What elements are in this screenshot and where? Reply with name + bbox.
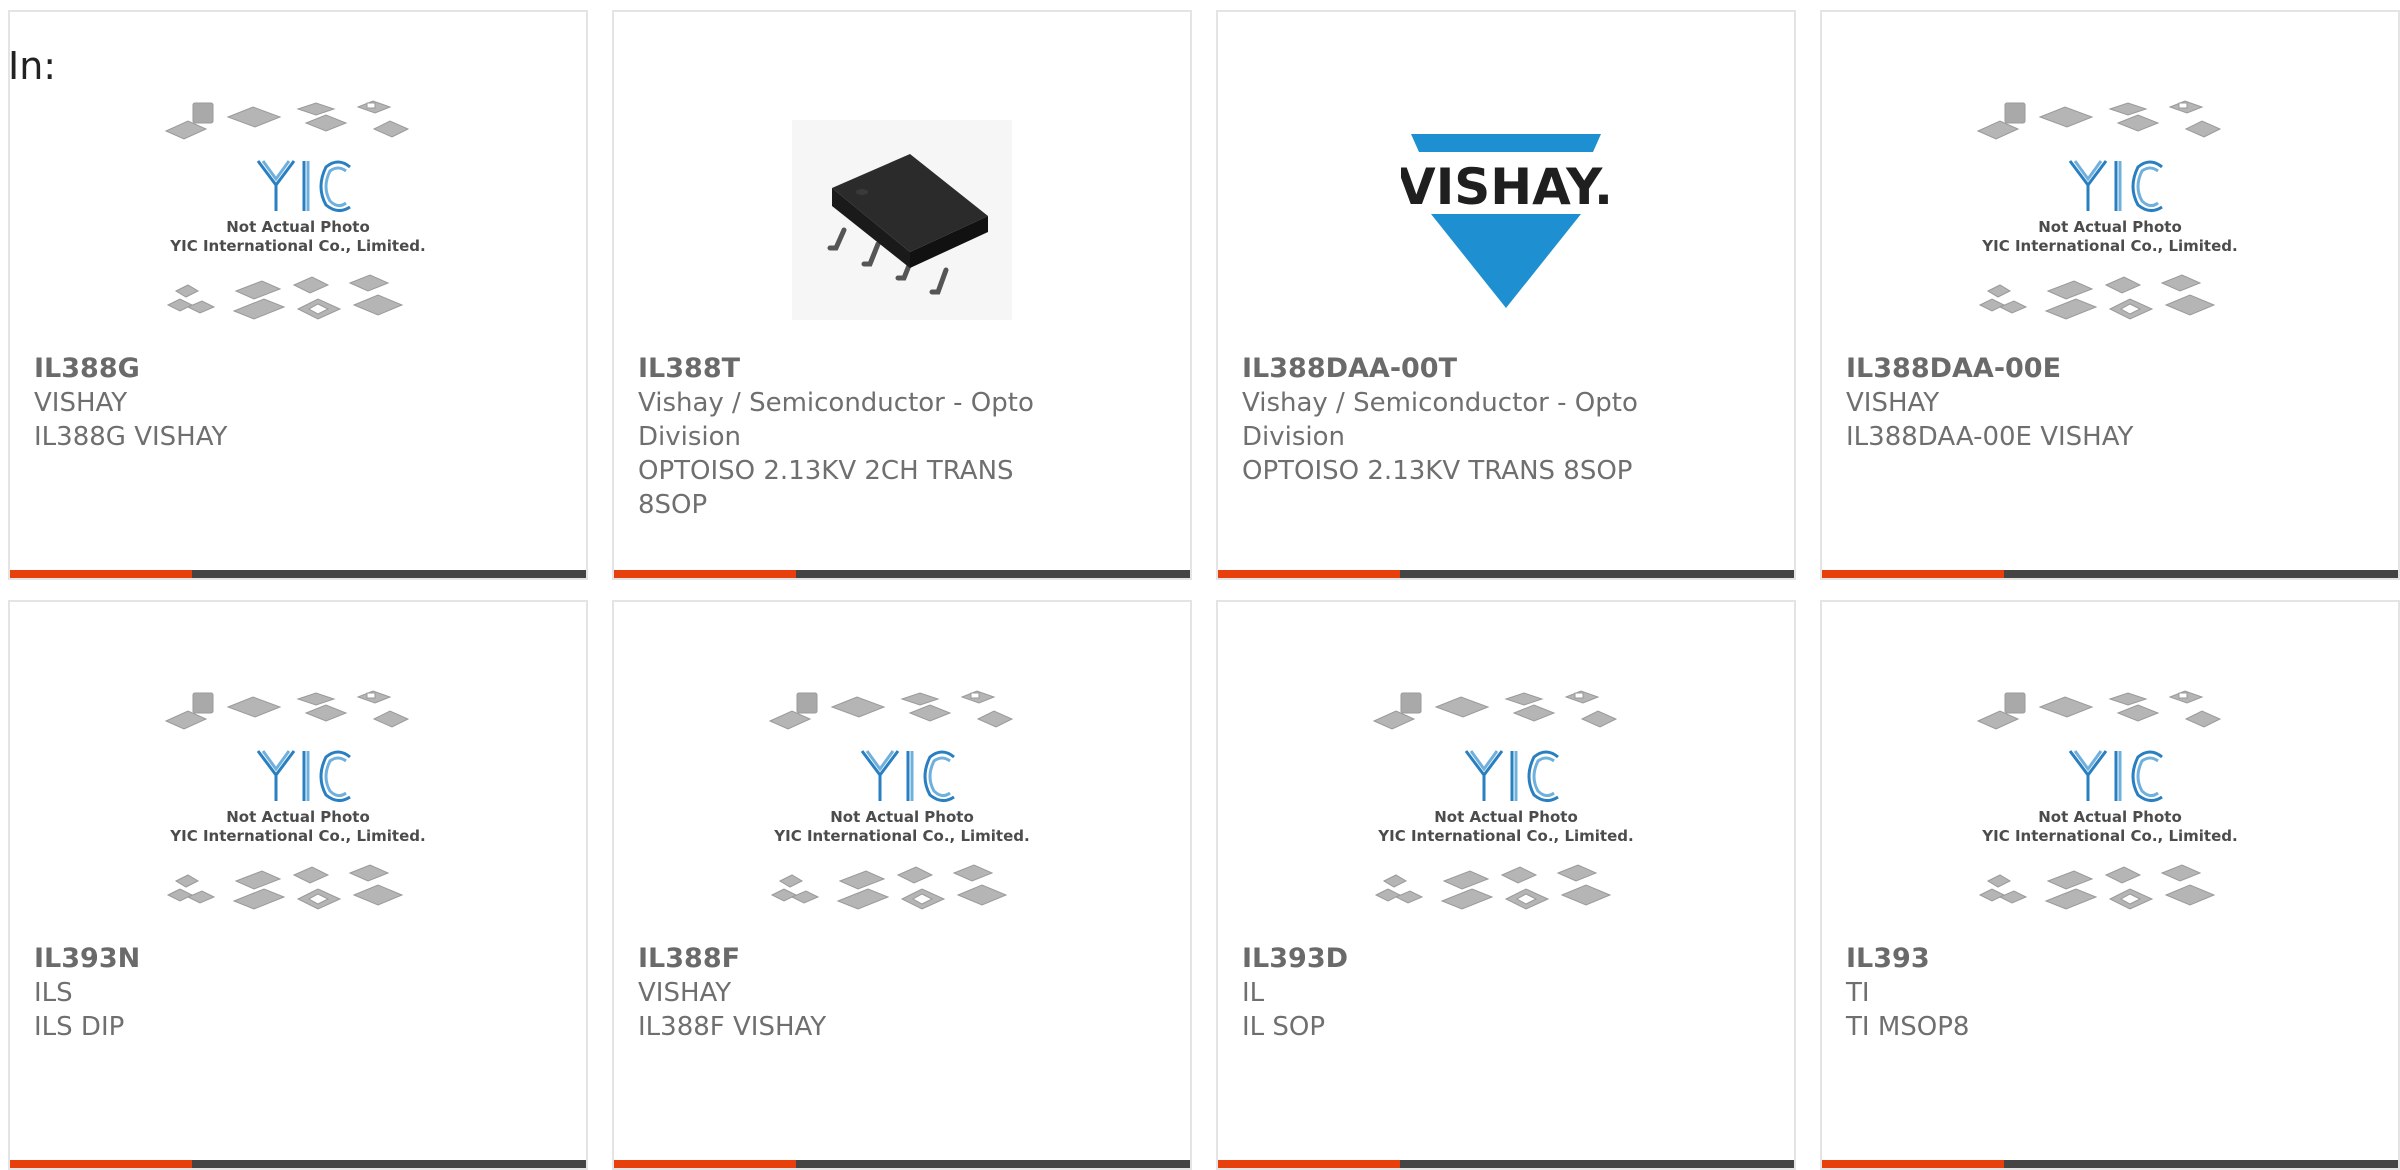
description: TI MSOP8 [1846, 1012, 1970, 1042]
product-card-il388f[interactable]: Not Actual Photo YIC International Co., … [612, 600, 1192, 1170]
part-number[interactable]: IL388T [638, 352, 1038, 386]
part-number[interactable]: IL393 [1846, 942, 2246, 976]
yic-logo-y [2068, 750, 2108, 801]
yic-logo-y [256, 160, 296, 211]
not-actual-photo-placeholder: Not Actual Photo YIC International Co., … [1372, 690, 1634, 910]
yic-logo-y [860, 750, 900, 801]
product-card-il393n[interactable]: Not Actual Photo YIC International Co., … [8, 600, 588, 1170]
card-bar-accent [10, 570, 192, 578]
description: IL388DAA-00E VISHAY [1846, 422, 2134, 452]
placeholder-line1: Not Actual Photo [2038, 218, 2182, 236]
placeholder-line1: Not Actual Photo [1434, 808, 1578, 826]
product-image[interactable] [614, 90, 1190, 350]
product-info: IL393D IL IL SOP [1242, 942, 1642, 1044]
product-info: IL388G VISHAY IL388G VISHAY [34, 352, 434, 454]
product-info: IL388DAA-00T Vishay / Semiconductor - Op… [1242, 352, 1642, 488]
ic-chip-photo [792, 120, 1012, 320]
product-info: IL388DAA-00E VISHAY IL388DAA-00E VISHAY [1846, 352, 2246, 454]
product-card-il393[interactable]: Not Actual Photo YIC International Co., … [1820, 600, 2400, 1170]
card-bottom-bar [10, 570, 586, 578]
part-number[interactable]: IL388DAA-00E [1846, 352, 2246, 386]
product-image[interactable]: Not Actual Photo YIC International Co., … [1218, 680, 1794, 940]
placeholder-line2: YIC International Co., Limited. [169, 827, 425, 845]
product-image[interactable]: VISHAY. [1218, 90, 1794, 350]
description: ILS DIP [34, 1012, 125, 1042]
description: IL SOP [1242, 1012, 1326, 1042]
product-image[interactable]: Not Actual Photo YIC International Co., … [1822, 680, 2398, 940]
card-bar-accent [614, 570, 796, 578]
placeholder-line1: Not Actual Photo [226, 218, 370, 236]
description: IL388F VISHAY [638, 1012, 827, 1042]
not-actual-photo-placeholder: Not Actual Photo YIC International Co., … [1976, 100, 2238, 320]
product-image[interactable]: Not Actual Photo YIC International Co., … [10, 90, 586, 350]
placeholder-line1: Not Actual Photo [226, 808, 370, 826]
manufacturer: VISHAY [1846, 388, 1940, 418]
manufacturer: VISHAY [638, 978, 732, 1008]
part-number[interactable]: IL388F [638, 942, 1038, 976]
in-label: In: [8, 44, 57, 88]
part-number[interactable]: IL393N [34, 942, 434, 976]
part-number[interactable]: IL393D [1242, 942, 1642, 976]
placeholder-line2: YIC International Co., Limited. [1377, 827, 1633, 845]
placeholder-line1: Not Actual Photo [2038, 808, 2182, 826]
product-info: IL388F VISHAY IL388F VISHAY [638, 942, 1038, 1044]
product-image[interactable]: Not Actual Photo YIC International Co., … [614, 680, 1190, 940]
product-image[interactable]: Not Actual Photo YIC International Co., … [1822, 90, 2398, 350]
product-grid: Not Actual Photo YIC International Co., … [8, 10, 2400, 1170]
not-actual-photo-placeholder: Not Actual Photo YIC International Co., … [164, 690, 426, 910]
manufacturer: TI [1846, 978, 1870, 1008]
description: OPTOISO 2.13KV TRANS 8SOP [1242, 456, 1633, 486]
manufacturer: VISHAY [34, 388, 128, 418]
part-number[interactable]: IL388DAA-00T [1242, 352, 1642, 386]
yic-logo-y [1464, 750, 1504, 801]
manufacturer: ILS [34, 978, 73, 1008]
placeholder-line2: YIC International Co., Limited. [1981, 827, 2237, 845]
product-card-il388daa-00t[interactable]: VISHAY. IL388DAA-00T Vishay / Semiconduc… [1216, 10, 1796, 580]
placeholder-line2: YIC International Co., Limited. [773, 827, 1029, 845]
placeholder-line2: YIC International Co., Limited. [169, 237, 425, 255]
vishay-logo: VISHAY. [1401, 134, 1611, 308]
part-number[interactable]: IL388G [34, 352, 434, 386]
placeholder-line1: Not Actual Photo [830, 808, 974, 826]
product-info: IL388T Vishay / Semiconductor - Opto Div… [638, 352, 1038, 522]
card-bottom-bar [1218, 570, 1794, 578]
not-actual-photo-placeholder: Not Actual Photo YIC International Co., … [164, 100, 426, 320]
card-bottom-bar [614, 570, 1190, 578]
description: IL388G VISHAY [34, 422, 228, 452]
manufacturer: Vishay / Semiconductor - Opto Division [638, 388, 1034, 452]
not-actual-photo-placeholder: Not Actual Photo YIC International Co., … [1976, 690, 2238, 910]
product-image[interactable]: Not Actual Photo YIC International Co., … [10, 680, 586, 940]
card-bar-accent [1822, 570, 2004, 578]
product-card-il388t[interactable]: IL388T Vishay / Semiconductor - Opto Div… [612, 10, 1192, 580]
yic-logo-y [2068, 160, 2108, 211]
manufacturer: Vishay / Semiconductor - Opto Division [1242, 388, 1638, 452]
product-card-il388daa-00e[interactable]: Not Actual Photo YIC International Co., … [1820, 10, 2400, 580]
card-bottom-bar [1822, 570, 2398, 578]
vishay-logo-text: VISHAY. [1401, 158, 1611, 216]
placeholder-line2: YIC International Co., Limited. [1981, 237, 2237, 255]
card-bar-accent [1218, 570, 1400, 578]
product-info: IL393N ILS ILS DIP [34, 942, 434, 1044]
description: OPTOISO 2.13KV 2CH TRANS 8SOP [638, 456, 1014, 520]
manufacturer: IL [1242, 978, 1265, 1008]
product-info: IL393 TI TI MSOP8 [1846, 942, 2246, 1044]
product-card-il393d[interactable]: Not Actual Photo YIC International Co., … [1216, 600, 1796, 1170]
product-card-il388g[interactable]: Not Actual Photo YIC International Co., … [8, 10, 588, 580]
yic-logo-y [256, 750, 296, 801]
not-actual-photo-placeholder: Not Actual Photo YIC International Co., … [768, 690, 1030, 910]
